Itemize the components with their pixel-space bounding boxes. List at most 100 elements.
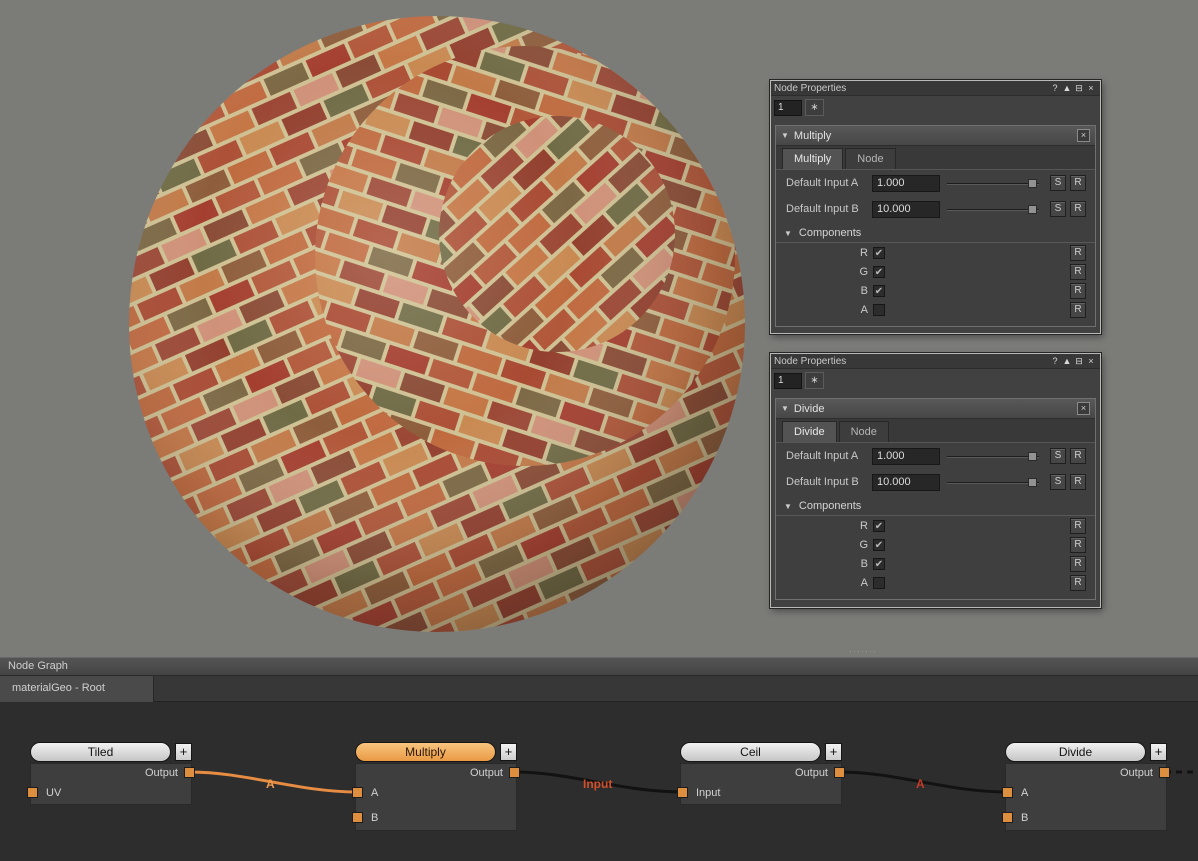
checkbox-a[interactable] <box>873 304 885 316</box>
panel-titlebar[interactable]: Node Properties ? ▲ ⊟ × <box>771 81 1100 96</box>
reset-button[interactable]: R <box>1070 448 1086 464</box>
pin-icon[interactable]: ∗ <box>805 372 824 389</box>
components-header[interactable]: ▼ Components <box>776 497 1095 516</box>
reset-button[interactable]: R <box>1070 201 1086 217</box>
node-body[interactable]: Output UV <box>30 763 192 805</box>
pin-icon[interactable]: ∗ <box>805 99 824 116</box>
value-input[interactable] <box>872 474 940 491</box>
help-icon[interactable]: ? <box>1049 356 1061 366</box>
slider[interactable] <box>947 474 1039 491</box>
slider-groove[interactable] <box>947 183 1039 185</box>
checkbox-r[interactable]: ✔ <box>873 247 885 259</box>
input-port-uv[interactable] <box>27 787 38 798</box>
collapse-arrow-icon[interactable]: ▼ <box>784 502 792 511</box>
reset-button[interactable]: R <box>1070 264 1086 280</box>
reset-button[interactable]: R <box>1070 175 1086 191</box>
component-label: B <box>786 285 868 297</box>
close-icon[interactable]: × <box>1077 402 1090 415</box>
node-body[interactable]: Output A B <box>1005 763 1167 831</box>
component-label: R <box>786 520 868 532</box>
close-icon[interactable]: × <box>1077 129 1090 142</box>
slider-handle[interactable] <box>1028 452 1037 461</box>
output-port[interactable] <box>184 767 195 778</box>
collapse-arrow-icon[interactable]: ▼ <box>781 131 789 140</box>
output-port[interactable] <box>1159 767 1170 778</box>
tab-divide[interactable]: Divide <box>782 421 837 442</box>
node-section-header[interactable]: ▼ Multiply × <box>776 126 1095 146</box>
checkbox-a[interactable] <box>873 577 885 589</box>
node-body[interactable]: Output Input <box>680 763 842 805</box>
checkbox-b[interactable]: ✔ <box>873 285 885 297</box>
reset-button[interactable]: R <box>1070 245 1086 261</box>
slider-groove[interactable] <box>947 209 1039 211</box>
input-port-a[interactable] <box>352 787 363 798</box>
output-port-label: Output <box>795 767 828 779</box>
slider-handle[interactable] <box>1028 205 1037 214</box>
reset-button[interactable]: R <box>1070 302 1086 318</box>
input-port-label: B <box>1021 812 1028 824</box>
close-icon[interactable]: × <box>1085 83 1097 93</box>
node-header[interactable]: Divide <box>1005 742 1146 762</box>
add-port-button[interactable]: + <box>175 743 192 761</box>
help-icon[interactable]: ? <box>1049 83 1061 93</box>
tab-multiply[interactable]: Multiply <box>782 148 843 169</box>
node-body[interactable]: Output A B <box>355 763 517 831</box>
node-header[interactable]: Ceil <box>680 742 821 762</box>
slider-groove[interactable] <box>947 482 1039 484</box>
panel-titlebar[interactable]: Node Properties ? ▲ ⊟ × <box>771 354 1100 369</box>
close-icon[interactable]: × <box>1085 356 1097 366</box>
components-header[interactable]: ▼ Components <box>776 224 1095 243</box>
node-header[interactable]: Tiled <box>30 742 171 762</box>
reset-button[interactable]: R <box>1070 575 1086 591</box>
tab-node[interactable]: Node <box>839 421 889 442</box>
node-header[interactable]: Multiply <box>355 742 496 762</box>
slider[interactable] <box>947 448 1039 465</box>
slider[interactable] <box>947 175 1039 192</box>
reset-button[interactable]: R <box>1070 474 1086 490</box>
value-input[interactable] <box>872 175 940 192</box>
input-port-b[interactable] <box>352 812 363 823</box>
checkbox-g[interactable]: ✔ <box>873 266 885 278</box>
input-port-b[interactable] <box>1002 812 1013 823</box>
checkbox-g[interactable]: ✔ <box>873 539 885 551</box>
output-port[interactable] <box>509 767 520 778</box>
input-port-a[interactable] <box>1002 787 1013 798</box>
output-port[interactable] <box>834 767 845 778</box>
snap-button[interactable]: S <box>1050 474 1066 490</box>
add-port-button[interactable]: + <box>825 743 842 761</box>
float-icon[interactable]: ⊟ <box>1073 83 1085 94</box>
reset-button[interactable]: R <box>1070 518 1086 534</box>
snap-button[interactable]: S <box>1050 175 1066 191</box>
tab-materialgeo-root[interactable]: materialGeo - Root <box>0 676 154 702</box>
node-graph-titlebar[interactable]: Node Graph <box>0 657 1198 676</box>
snap-button[interactable]: S <box>1050 448 1066 464</box>
input-port-label: A <box>371 787 378 799</box>
checkbox-b[interactable]: ✔ <box>873 558 885 570</box>
checkbox-r[interactable]: ✔ <box>873 520 885 532</box>
node-section-header[interactable]: ▼ Divide × <box>776 399 1095 419</box>
pin-count-input[interactable] <box>774 373 802 389</box>
tab-node[interactable]: Node <box>845 148 895 169</box>
snap-button[interactable]: S <box>1050 201 1066 217</box>
node-graph-canvas[interactable]: A Input A Tiled + Output UV Multiply + O… <box>0 702 1198 861</box>
reset-button[interactable]: R <box>1070 537 1086 553</box>
float-icon[interactable]: ⊟ <box>1073 356 1085 367</box>
slider-groove[interactable] <box>947 456 1039 458</box>
value-input[interactable] <box>872 448 940 465</box>
add-port-button[interactable]: + <box>500 743 517 761</box>
slider-handle[interactable] <box>1028 478 1037 487</box>
slider[interactable] <box>947 201 1039 218</box>
collapse-arrow-icon[interactable]: ▼ <box>784 229 792 238</box>
collapse-arrow-icon[interactable]: ▼ <box>781 404 789 413</box>
pin-count-input[interactable] <box>774 100 802 116</box>
collapse-icon[interactable]: ▲ <box>1061 356 1073 366</box>
value-input[interactable] <box>872 201 940 218</box>
add-port-button[interactable]: + <box>1150 743 1167 761</box>
reset-button[interactable]: R <box>1070 283 1086 299</box>
component-label: A <box>786 577 868 589</box>
reset-button[interactable]: R <box>1070 556 1086 572</box>
splitter-handle[interactable]: ······· <box>849 647 877 656</box>
slider-handle[interactable] <box>1028 179 1037 188</box>
input-port-input[interactable] <box>677 787 688 798</box>
collapse-icon[interactable]: ▲ <box>1061 83 1073 93</box>
